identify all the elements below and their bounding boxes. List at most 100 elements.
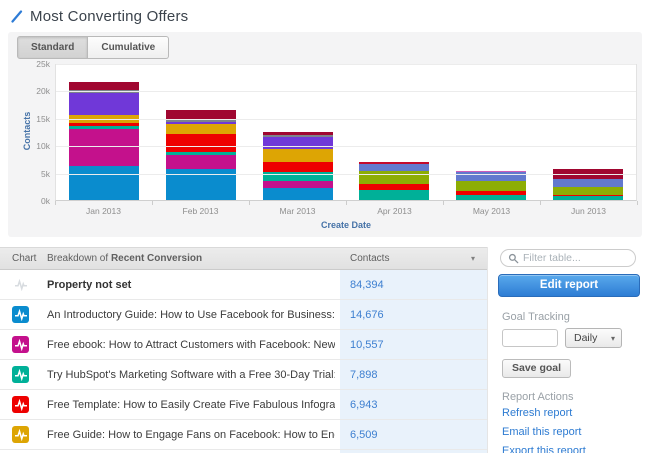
y-tick-label: 10k <box>36 141 50 152</box>
bar-segment[interactable] <box>262 149 333 162</box>
gridline <box>56 173 636 175</box>
report-actions-label: Report Actions <box>502 391 574 403</box>
x-tick-label: May 2013 <box>472 206 511 216</box>
x-tick-label: Feb 2013 <box>182 206 219 216</box>
pulse-chart-icon <box>12 336 29 353</box>
stacked-bar-mar-2013[interactable] <box>262 132 333 200</box>
bar-segment[interactable] <box>262 137 333 150</box>
filter-table-box <box>500 249 636 267</box>
pulse-chart-icon <box>12 276 29 293</box>
bar-slot <box>346 65 443 200</box>
contacts-value: 6,943 <box>340 390 487 419</box>
offer-label: Free Guide: How to Engage Fans on Facebo… <box>47 429 335 441</box>
bar-slot <box>249 65 346 200</box>
bar-segment[interactable] <box>552 186 623 196</box>
frequency-value: Daily <box>574 332 598 344</box>
contacts-value: 7,898 <box>340 360 487 389</box>
bar-segment[interactable] <box>456 195 527 200</box>
export-this-report-link[interactable]: Export this report <box>502 445 586 453</box>
table-body: Property not set 84,394 An Introductory Gu… <box>0 270 487 450</box>
table-row[interactable]: Free Guide: How to Engage Fans on Facebo… <box>0 420 487 450</box>
bar-segment[interactable] <box>69 128 140 166</box>
table-row[interactable]: Property not set 84,394 <box>0 270 487 300</box>
x-tick-label: Apr 2013 <box>377 206 412 216</box>
contacts-value: 14,676 <box>340 300 487 329</box>
bar-segment[interactable] <box>166 124 236 135</box>
gridline <box>56 146 636 148</box>
frequency-select[interactable]: Daily ▾ <box>565 328 622 348</box>
bar-segment[interactable] <box>262 180 333 188</box>
bar-segment[interactable] <box>359 189 430 200</box>
y-tick-label: 5k <box>41 168 50 179</box>
offer-label: Free ebook: How to Attract Customers wit… <box>47 339 335 351</box>
bars-container <box>56 65 636 200</box>
contacts-value: 10,557 <box>340 330 487 359</box>
refresh-report-link[interactable]: Refresh report <box>502 407 586 419</box>
column-header-chart: Chart <box>12 253 37 264</box>
tab-cumulative[interactable]: Cumulative <box>88 36 170 59</box>
bar-segment[interactable] <box>456 181 527 192</box>
stacked-bar-may-2013[interactable] <box>456 170 527 200</box>
column-header-breakdown: Breakdown of Recent Conversion <box>47 248 202 270</box>
y-tick-label: 15k <box>36 113 50 124</box>
tab-standard[interactable]: Standard <box>17 36 89 59</box>
plot-area <box>55 64 637 201</box>
x-tick-label: Jan 2013 <box>86 206 121 216</box>
x-axis-tick <box>346 201 347 205</box>
contacts-value: 84,394 <box>340 270 487 299</box>
table-row[interactable]: Free Template: How to Easily Create Five… <box>0 390 487 420</box>
bar-segment[interactable] <box>262 161 333 173</box>
save-goal-button[interactable]: Save goal <box>502 359 572 378</box>
gridline <box>56 91 636 93</box>
goal-value-input[interactable] <box>502 329 558 347</box>
bar-slot <box>443 65 540 200</box>
breakdown-prefix: Breakdown of <box>47 253 109 264</box>
chart-card: Standard Cumulative Contacts 0k 5k 10k 15k 2… <box>8 32 642 237</box>
report-side-panel: Edit report Goal Tracking Daily ▾ Save g… <box>498 247 642 453</box>
page-header: Most Converting Offers <box>10 8 188 25</box>
edit-pencil-icon[interactable] <box>10 10 23 23</box>
column-header-contacts: Contacts <box>350 253 390 264</box>
gridline <box>56 64 636 65</box>
breakdown-table: Chart Breakdown of Recent Conversion Con… <box>0 247 488 453</box>
stacked-bar-jan-2013[interactable] <box>69 82 140 200</box>
table-row[interactable]: Free ebook: How to Attract Customers wit… <box>0 330 487 360</box>
email-this-report-link[interactable]: Email this report <box>502 426 586 438</box>
bar-segment[interactable] <box>69 82 140 91</box>
pulse-chart-icon <box>12 396 29 413</box>
bar-segment[interactable] <box>69 93 140 115</box>
offer-label: Free Template: How to Easily Create Five… <box>47 399 335 411</box>
bar-slot <box>56 65 153 200</box>
x-axis-tick <box>55 201 56 205</box>
bar-segment[interactable] <box>69 166 140 200</box>
bar-segment[interactable] <box>166 134 236 152</box>
x-axis-labels: Jan 2013 Feb 2013 Mar 2013 Apr 2013 May 2013… <box>55 206 637 216</box>
bar-segment[interactable] <box>359 164 430 171</box>
bar-segment[interactable] <box>166 154 236 169</box>
table-header: Chart Breakdown of Recent Conversion Con… <box>0 247 487 270</box>
stacked-bar-feb-2013[interactable] <box>166 110 236 200</box>
bar-segment[interactable] <box>262 187 333 200</box>
pulse-chart-icon <box>12 306 29 323</box>
y-tick-label: 20k <box>36 86 50 97</box>
report-page: Most Converting Offers Standard Cumulati… <box>0 0 650 453</box>
offer-label: Try HubSpot's Marketing Software with a … <box>47 369 335 381</box>
contacts-value: 6,509 <box>340 420 487 449</box>
x-axis-tick <box>152 201 153 205</box>
bar-segment[interactable] <box>552 196 623 200</box>
search-icon <box>508 253 519 264</box>
bar-slot <box>539 65 636 200</box>
x-axis-tick <box>637 201 638 205</box>
table-row[interactable]: An Introductory Guide: How to Use Facebo… <box>0 300 487 330</box>
goal-tracking-label: Goal Tracking <box>502 311 570 323</box>
offer-label: Property not set <box>47 279 132 291</box>
x-tick-label: Mar 2013 <box>279 206 316 216</box>
edit-report-button[interactable]: Edit report <box>498 274 640 297</box>
chevron-down-icon: ▾ <box>610 334 615 343</box>
stacked-bar-apr-2013[interactable] <box>359 161 430 200</box>
filter-table-input[interactable] <box>523 252 623 264</box>
sort-caret-icon[interactable]: ▾ <box>471 248 475 270</box>
report-action-links: Refresh report Email this report Export th… <box>502 407 586 453</box>
table-row[interactable]: Try HubSpot's Marketing Software with a … <box>0 360 487 390</box>
bar-segment[interactable] <box>552 178 623 187</box>
